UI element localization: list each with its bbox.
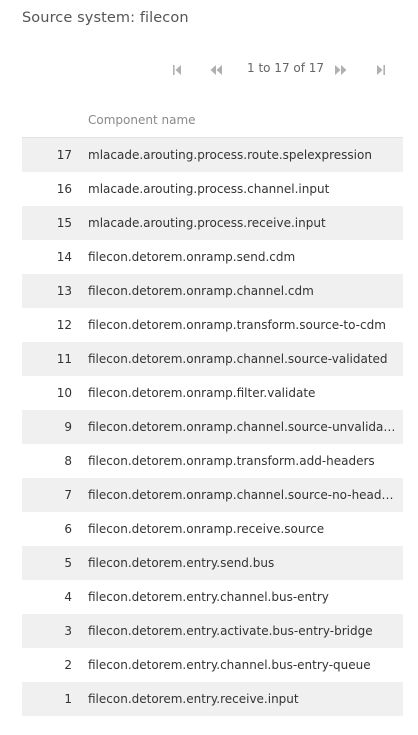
last-page-button[interactable] (373, 62, 389, 78)
table-row[interactable]: 12 filecon.detorem.onramp.transform.sourc… (22, 308, 403, 342)
component-name-cell: filecon.detorem.onramp.receive.source (88, 522, 325, 536)
row-number: 15 (56, 216, 72, 230)
pagination-info: 1 to 17 of 17 (247, 61, 325, 75)
table-header: Component name (22, 106, 403, 138)
component-name-cell: filecon.detorem.entry.receive.input (88, 692, 299, 706)
row-number: 3 (64, 624, 72, 638)
component-name-cell: filecon.detorem.onramp.channel.cdm (88, 284, 314, 298)
row-number: 14 (56, 250, 72, 264)
table-row[interactable]: 16 mlacade.arouting.process.channel.input (22, 172, 403, 206)
component-name-cell: filecon.detorem.onramp.transform.source-… (88, 318, 386, 332)
table-row[interactable]: 10 filecon.detorem.onramp.filter.validate (22, 376, 403, 410)
component-name-cell: filecon.detorem.onramp.channel.source-va… (88, 352, 388, 366)
row-number: 5 (64, 556, 72, 570)
table-row[interactable]: 7 filecon.detorem.onramp.channel.source-n… (22, 478, 403, 512)
component-table-body: 17 mlacade.arouting.process.route.spelexp… (22, 138, 403, 716)
row-number: 10 (56, 386, 72, 400)
row-number: 13 (56, 284, 72, 298)
row-number: 17 (56, 148, 72, 162)
previous-page-button[interactable] (208, 62, 224, 78)
component-name-cell: filecon.detorem.entry.activate.bus-entry… (88, 624, 373, 638)
row-number: 12 (56, 318, 72, 332)
row-number: 1 (64, 692, 72, 706)
table-row[interactable]: 6 filecon.detorem.onramp.receive.source (22, 512, 403, 546)
column-header-component-name[interactable]: Component name (88, 113, 196, 127)
table-row[interactable]: 14 filecon.detorem.onramp.send.cdm (22, 240, 403, 274)
row-number: 9 (64, 420, 72, 434)
component-name-cell: filecon.detorem.onramp.send.cdm (88, 250, 296, 264)
last-page-icon (377, 65, 385, 75)
component-name-cell: mlacade.arouting.process.receive.input (88, 216, 326, 230)
previous-page-icon (210, 65, 222, 75)
pagination-bar: 1 to 17 of 17 (0, 60, 418, 80)
row-number: 2 (64, 658, 72, 672)
component-name-cell: filecon.detorem.onramp.filter.validate (88, 386, 316, 400)
next-page-icon (335, 65, 347, 75)
table-row[interactable]: 3 filecon.detorem.entry.activate.bus-entr… (22, 614, 403, 648)
component-name-cell: filecon.detorem.entry.channel.bus-entry (88, 590, 329, 604)
component-name-cell: filecon.detorem.entry.send.bus (88, 556, 275, 570)
component-name-cell: filecon.detorem.entry.channel.bus-entry-… (88, 658, 371, 672)
row-number: 8 (64, 454, 72, 468)
first-page-icon (173, 65, 181, 75)
row-number: 11 (56, 352, 72, 366)
table-row[interactable]: 17 mlacade.arouting.process.route.spelexp… (22, 138, 403, 172)
component-name-cell: mlacade.arouting.process.channel.input (88, 182, 330, 196)
component-name-cell: filecon.detorem.onramp.channel.source-no… (88, 488, 398, 502)
table-row[interactable]: 5 filecon.detorem.entry.send.bus (22, 546, 403, 580)
table-row[interactable]: 11 filecon.detorem.onramp.channel.source-… (22, 342, 403, 376)
component-name-cell: filecon.detorem.onramp.channel.source-un… (88, 420, 398, 434)
next-page-button[interactable] (333, 62, 349, 78)
row-number: 7 (64, 488, 72, 502)
table-row[interactable]: 1 filecon.detorem.entry.receive.input (22, 682, 403, 716)
first-page-button[interactable] (169, 62, 185, 78)
table-row[interactable]: 4 filecon.detorem.entry.channel.bus-entry (22, 580, 403, 614)
table-row[interactable]: 13 filecon.detorem.onramp.channel.cdm (22, 274, 403, 308)
table-row[interactable]: 9 filecon.detorem.onramp.channel.source-u… (22, 410, 403, 444)
row-number: 6 (64, 522, 72, 536)
component-name-cell: filecon.detorem.onramp.transform.add-hea… (88, 454, 375, 468)
table-row[interactable]: 8 filecon.detorem.onramp.transform.add-he… (22, 444, 403, 478)
component-name-cell: mlacade.arouting.process.route.spelexpre… (88, 148, 372, 162)
row-number: 16 (56, 182, 72, 196)
row-number: 4 (64, 590, 72, 604)
page-title: Source system: filecon (22, 10, 189, 26)
table-row[interactable]: 2 filecon.detorem.entry.channel.bus-entry… (22, 648, 403, 682)
component-list-page: Source system: filecon 1 to 17 of 17 Com… (0, 0, 418, 735)
table-row[interactable]: 15 mlacade.arouting.process.receive.input (22, 206, 403, 240)
